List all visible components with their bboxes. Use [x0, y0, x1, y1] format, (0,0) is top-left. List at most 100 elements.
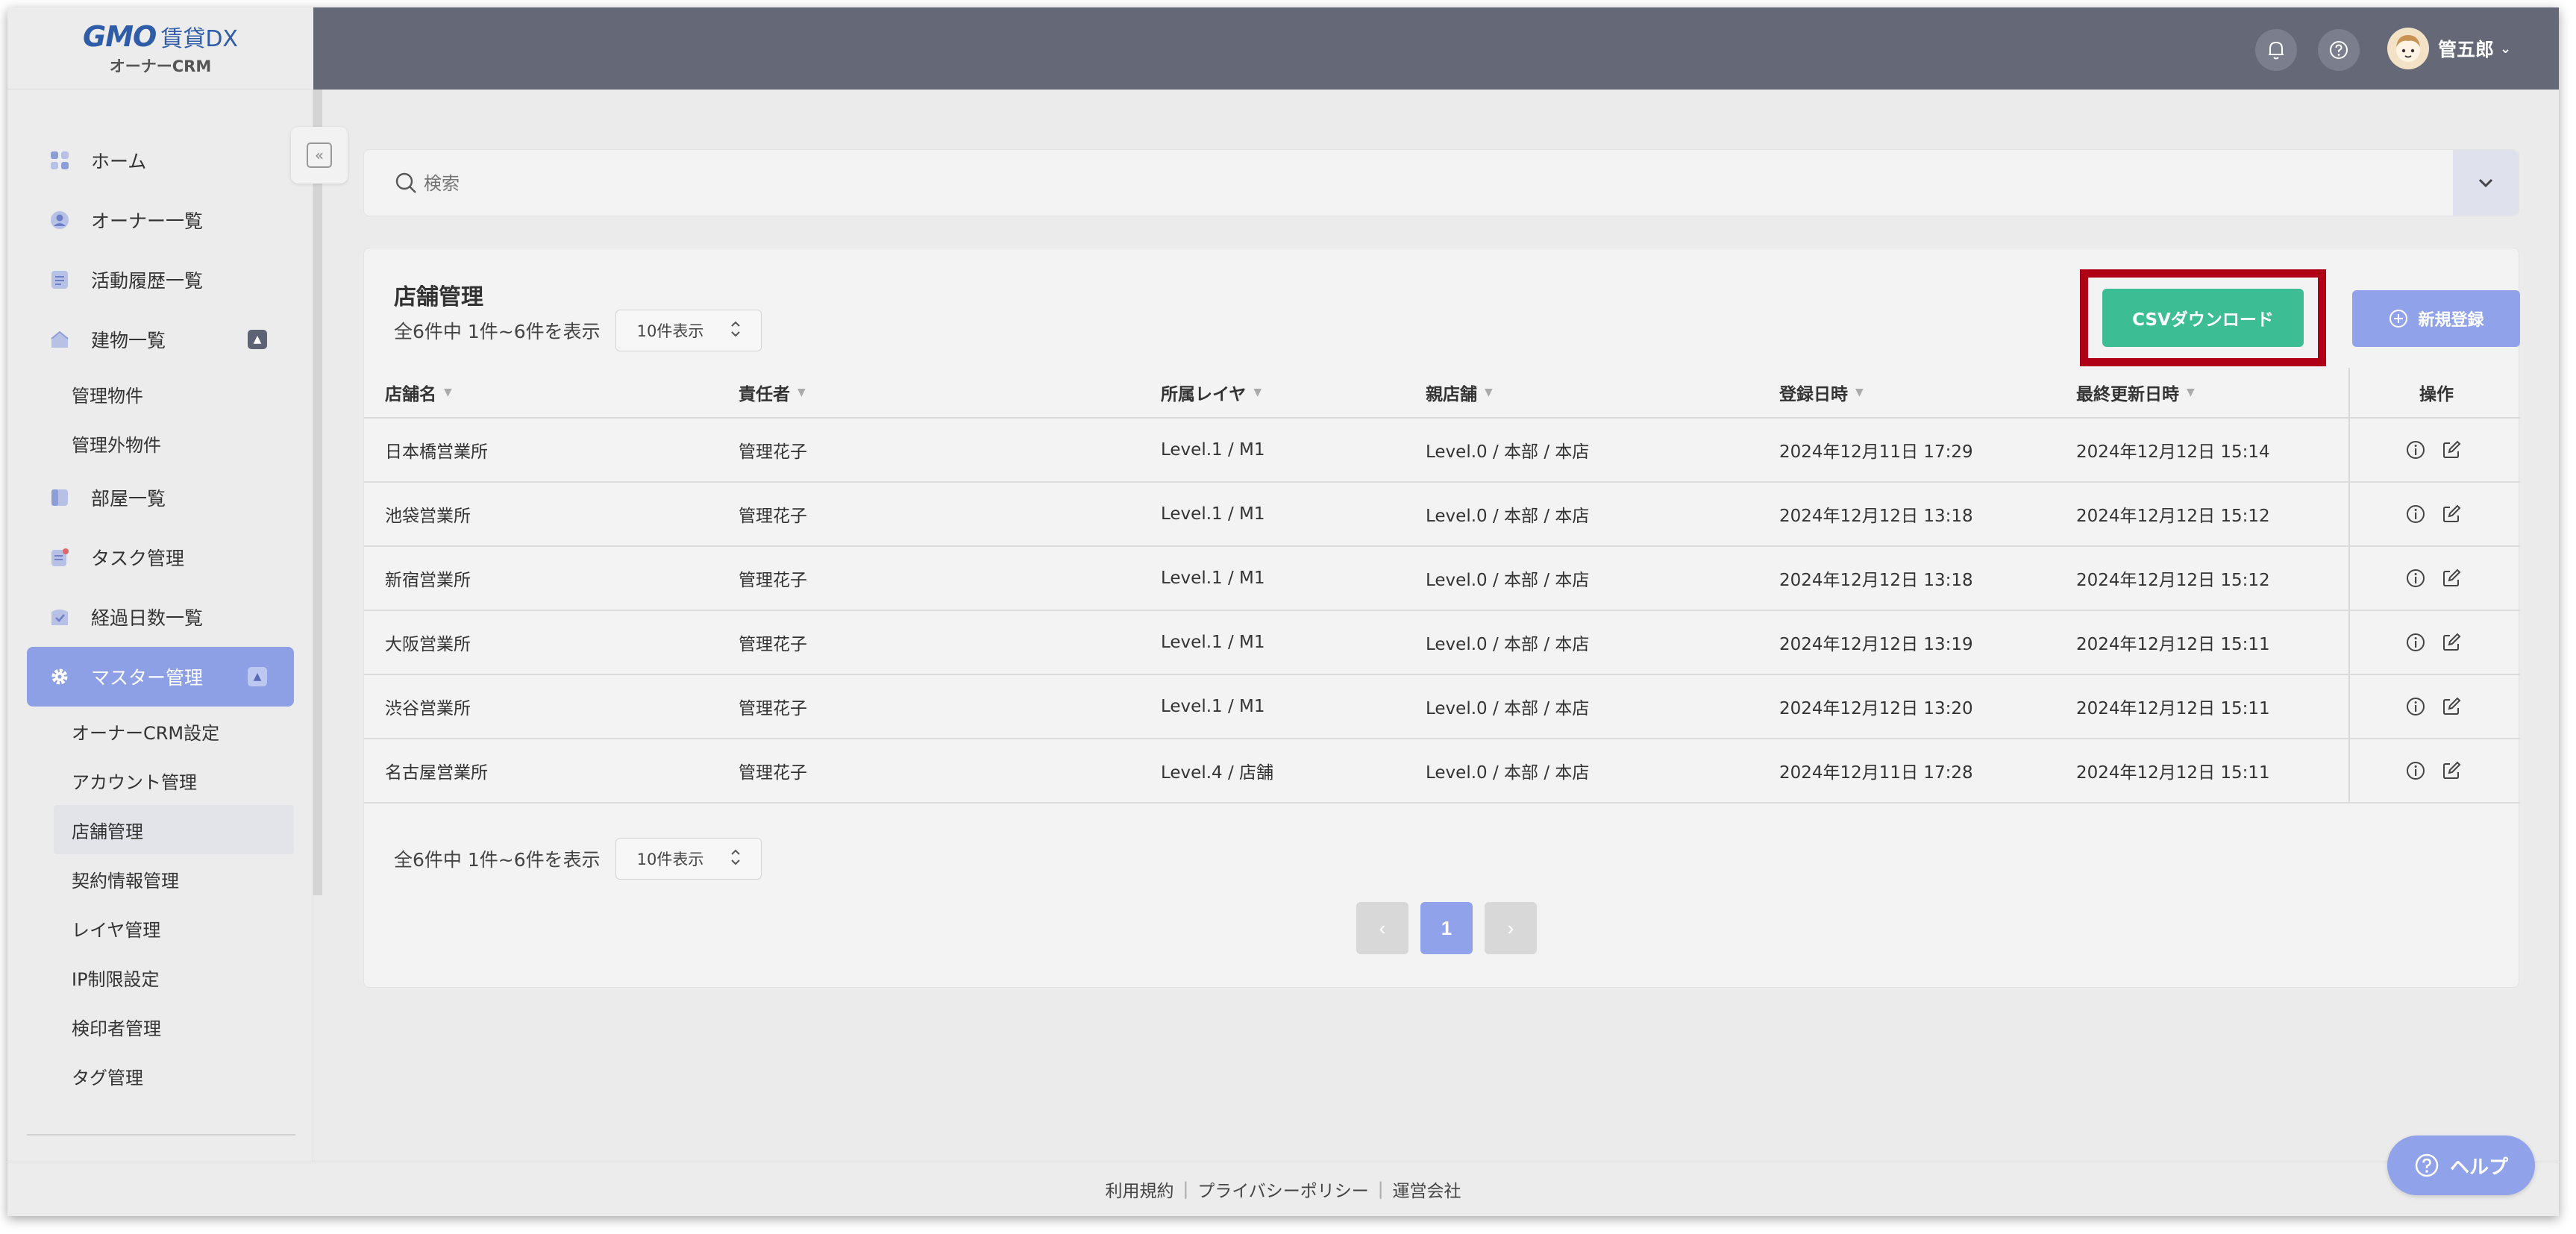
- sidebar-item-master[interactable]: マスター管理 ▲: [27, 647, 294, 707]
- footer-link-terms[interactable]: 利用規約: [1105, 1177, 1173, 1202]
- column-header-manager[interactable]: 責任者 ▼: [739, 368, 806, 417]
- sidebar-subitem-tags[interactable]: タグ管理: [7, 1051, 313, 1100]
- column-label: 最終更新日時: [2076, 385, 2179, 404]
- table-cell: 新宿営業所: [385, 571, 471, 590]
- column-header-layer[interactable]: 所属レイヤ ▼: [1161, 368, 1262, 417]
- page-button-current[interactable]: 1: [1420, 902, 1473, 954]
- notification-bell-button[interactable]: [2255, 29, 2297, 71]
- per-page-select-bottom[interactable]: 10件表示: [615, 838, 762, 880]
- sidebar-item-label: マスター管理: [91, 667, 204, 689]
- edit-icon[interactable]: [2440, 695, 2463, 718]
- sidebar-subitem-accounts[interactable]: アカウント管理: [7, 756, 313, 805]
- table-row: 渋谷営業所 管理花子 Level.1 / M1 Level.0 / 本部 / 本店 20…: [364, 675, 2520, 739]
- footer-separator: |: [1377, 1180, 1384, 1199]
- plus-circle-icon: [2389, 310, 2408, 328]
- table-cell: 大阪営業所: [385, 635, 471, 654]
- edit-icon[interactable]: [2440, 759, 2463, 782]
- csv-download-button[interactable]: CSVダウンロード: [2102, 289, 2304, 347]
- search-input[interactable]: [424, 165, 2363, 202]
- sidebar-item-tasks[interactable]: タスク管理: [7, 527, 313, 587]
- info-icon[interactable]: [2404, 759, 2427, 782]
- info-icon[interactable]: [2404, 631, 2427, 654]
- table-cell: 2024年12月12日 15:11: [2076, 699, 2270, 718]
- table-cell: 2024年12月12日 15:12: [2076, 571, 2270, 590]
- column-header-created-at[interactable]: 登録日時 ▼: [1779, 368, 1864, 417]
- sidebar-subitem-crm-settings[interactable]: オーナーCRM設定: [7, 707, 313, 756]
- logo-brand: GMO: [83, 19, 157, 53]
- footer-link-privacy[interactable]: プライバシーポリシー: [1197, 1177, 1369, 1202]
- user-menu[interactable]: 管五郎 ⌄: [2387, 25, 2511, 72]
- help-question-button[interactable]: [2318, 29, 2360, 71]
- new-register-button[interactable]: 新規登録: [2352, 290, 2520, 347]
- home-grid-icon: [49, 150, 70, 171]
- table-cell: Level.0 / 本部 / 本店: [1426, 507, 1590, 526]
- sidebar-item-label: 建物一覧: [91, 330, 166, 351]
- logo[interactable]: GMO 賃貸DX オーナーCRM: [7, 7, 313, 90]
- table-cell: 管理花子: [739, 571, 807, 590]
- next-page-button[interactable]: ›: [1485, 902, 1537, 954]
- sidebar-nav: ホーム オーナー一覧 活動履歴一覧 建物一覧 ▲ 管理物件 管理外物件 部屋一覧…: [7, 131, 313, 1100]
- info-icon[interactable]: [2404, 439, 2427, 461]
- pagination: ‹ 1 ›: [1356, 902, 1537, 954]
- sidebar-item-buildings[interactable]: 建物一覧 ▲: [7, 310, 313, 369]
- logo-product: 賃貸DX: [160, 25, 238, 52]
- table-cell: Level.1 / M1: [1161, 569, 1265, 588]
- sort-icon: ▼: [1855, 386, 1864, 398]
- sidebar-scrollbar[interactable]: [313, 90, 322, 895]
- table-cell: 管理花子: [739, 442, 807, 462]
- sidebar-subitem-stores[interactable]: 店舗管理: [54, 805, 294, 854]
- sidebar-item-label: タスク管理: [91, 548, 185, 569]
- top-header: 管五郎 ⌄: [313, 7, 2559, 90]
- sidebar: GMO 賃貸DX オーナーCRM ホーム オーナー一覧 活動履歴一覧 建物一覧 …: [7, 7, 313, 1216]
- info-icon[interactable]: [2404, 567, 2427, 589]
- sidebar-item-elapsed-days[interactable]: 経過日数一覧: [7, 587, 313, 647]
- sidebar-subitem-unmanaged-property[interactable]: 管理外物件: [7, 419, 313, 468]
- column-label: 店舗名: [385, 385, 436, 404]
- info-icon[interactable]: [2404, 503, 2427, 525]
- table-cell: 管理花子: [739, 763, 807, 783]
- table-cell: 2024年12月11日 17:28: [1779, 763, 1973, 783]
- help-label: ヘルプ: [2449, 1156, 2508, 1179]
- table-cell: 2024年12月12日 15:14: [2076, 442, 2270, 462]
- sidebar-item-activity[interactable]: 活動履歴一覧: [7, 250, 313, 310]
- sidebar-subitem-managed-property[interactable]: 管理物件: [7, 369, 313, 419]
- edit-icon[interactable]: [2440, 503, 2463, 525]
- table-row: 大阪営業所 管理花子 Level.1 / M1 Level.0 / 本部 / 本店 20…: [364, 611, 2520, 675]
- help-button[interactable]: ヘルプ: [2387, 1136, 2535, 1195]
- table-cell: 2024年12月12日 13:18: [1779, 507, 1973, 526]
- sort-icon: ▼: [2187, 386, 2195, 398]
- sidebar-subitem-contracts[interactable]: 契約情報管理: [7, 854, 313, 903]
- sidebar-subitem-ip-restriction[interactable]: IP制限設定: [7, 953, 313, 1002]
- edit-icon[interactable]: [2440, 631, 2463, 654]
- table-cell: 日本橋営業所: [385, 442, 488, 462]
- csv-button-highlight: CSVダウンロード: [2080, 269, 2326, 366]
- bottom-result-count-row: 全6件中 1件~6件を表示 10件表示: [394, 838, 762, 880]
- prev-page-button[interactable]: ‹: [1356, 902, 1408, 954]
- info-icon[interactable]: [2404, 695, 2427, 718]
- chevron-right-icon: ›: [1507, 916, 1514, 939]
- sidebar-item-home[interactable]: ホーム: [7, 131, 313, 190]
- sidebar-item-rooms[interactable]: 部屋一覧: [7, 468, 313, 527]
- store-management-panel: 店舗管理 全6件中 1件~6件を表示 10件表示 CSVダウンロード 新規登録 …: [363, 248, 2520, 988]
- edit-icon[interactable]: [2440, 567, 2463, 589]
- chevron-down-icon: ⌄: [2500, 40, 2512, 57]
- per-page-select[interactable]: 10件表示: [615, 310, 762, 351]
- sidebar-subitem-layers[interactable]: レイヤ管理: [7, 903, 313, 953]
- sidebar-subitem-inspectors[interactable]: 検印者管理: [7, 1002, 313, 1051]
- footer-link-company[interactable]: 運営会社: [1393, 1177, 1461, 1202]
- column-header-updated-at[interactable]: 最終更新日時 ▼: [2076, 368, 2195, 417]
- edit-icon[interactable]: [2440, 439, 2463, 461]
- sidebar-item-owners[interactable]: オーナー一覧: [7, 190, 313, 250]
- table-cell: 2024年12月12日 15:12: [2076, 507, 2270, 526]
- column-header-store-name[interactable]: 店舗名 ▼: [385, 368, 452, 417]
- user-name: 管五郎: [2438, 39, 2495, 60]
- column-header-parent-store[interactable]: 親店舗 ▼: [1426, 368, 1493, 417]
- collapse-sidebar-button[interactable]: «: [291, 127, 348, 184]
- column-label: 親店舗: [1426, 385, 1477, 404]
- sidebar-item-label: 経過日数一覧: [91, 607, 204, 629]
- table-body: 日本橋営業所 管理花子 Level.1 / M1 Level.0 / 本部 / 本店 2…: [364, 419, 2520, 804]
- chevron-up-icon[interactable]: ▲: [248, 667, 267, 686]
- bell-icon: [2269, 41, 2284, 60]
- chevron-up-icon[interactable]: ▲: [248, 330, 267, 349]
- search-expand-button[interactable]: [2453, 150, 2519, 216]
